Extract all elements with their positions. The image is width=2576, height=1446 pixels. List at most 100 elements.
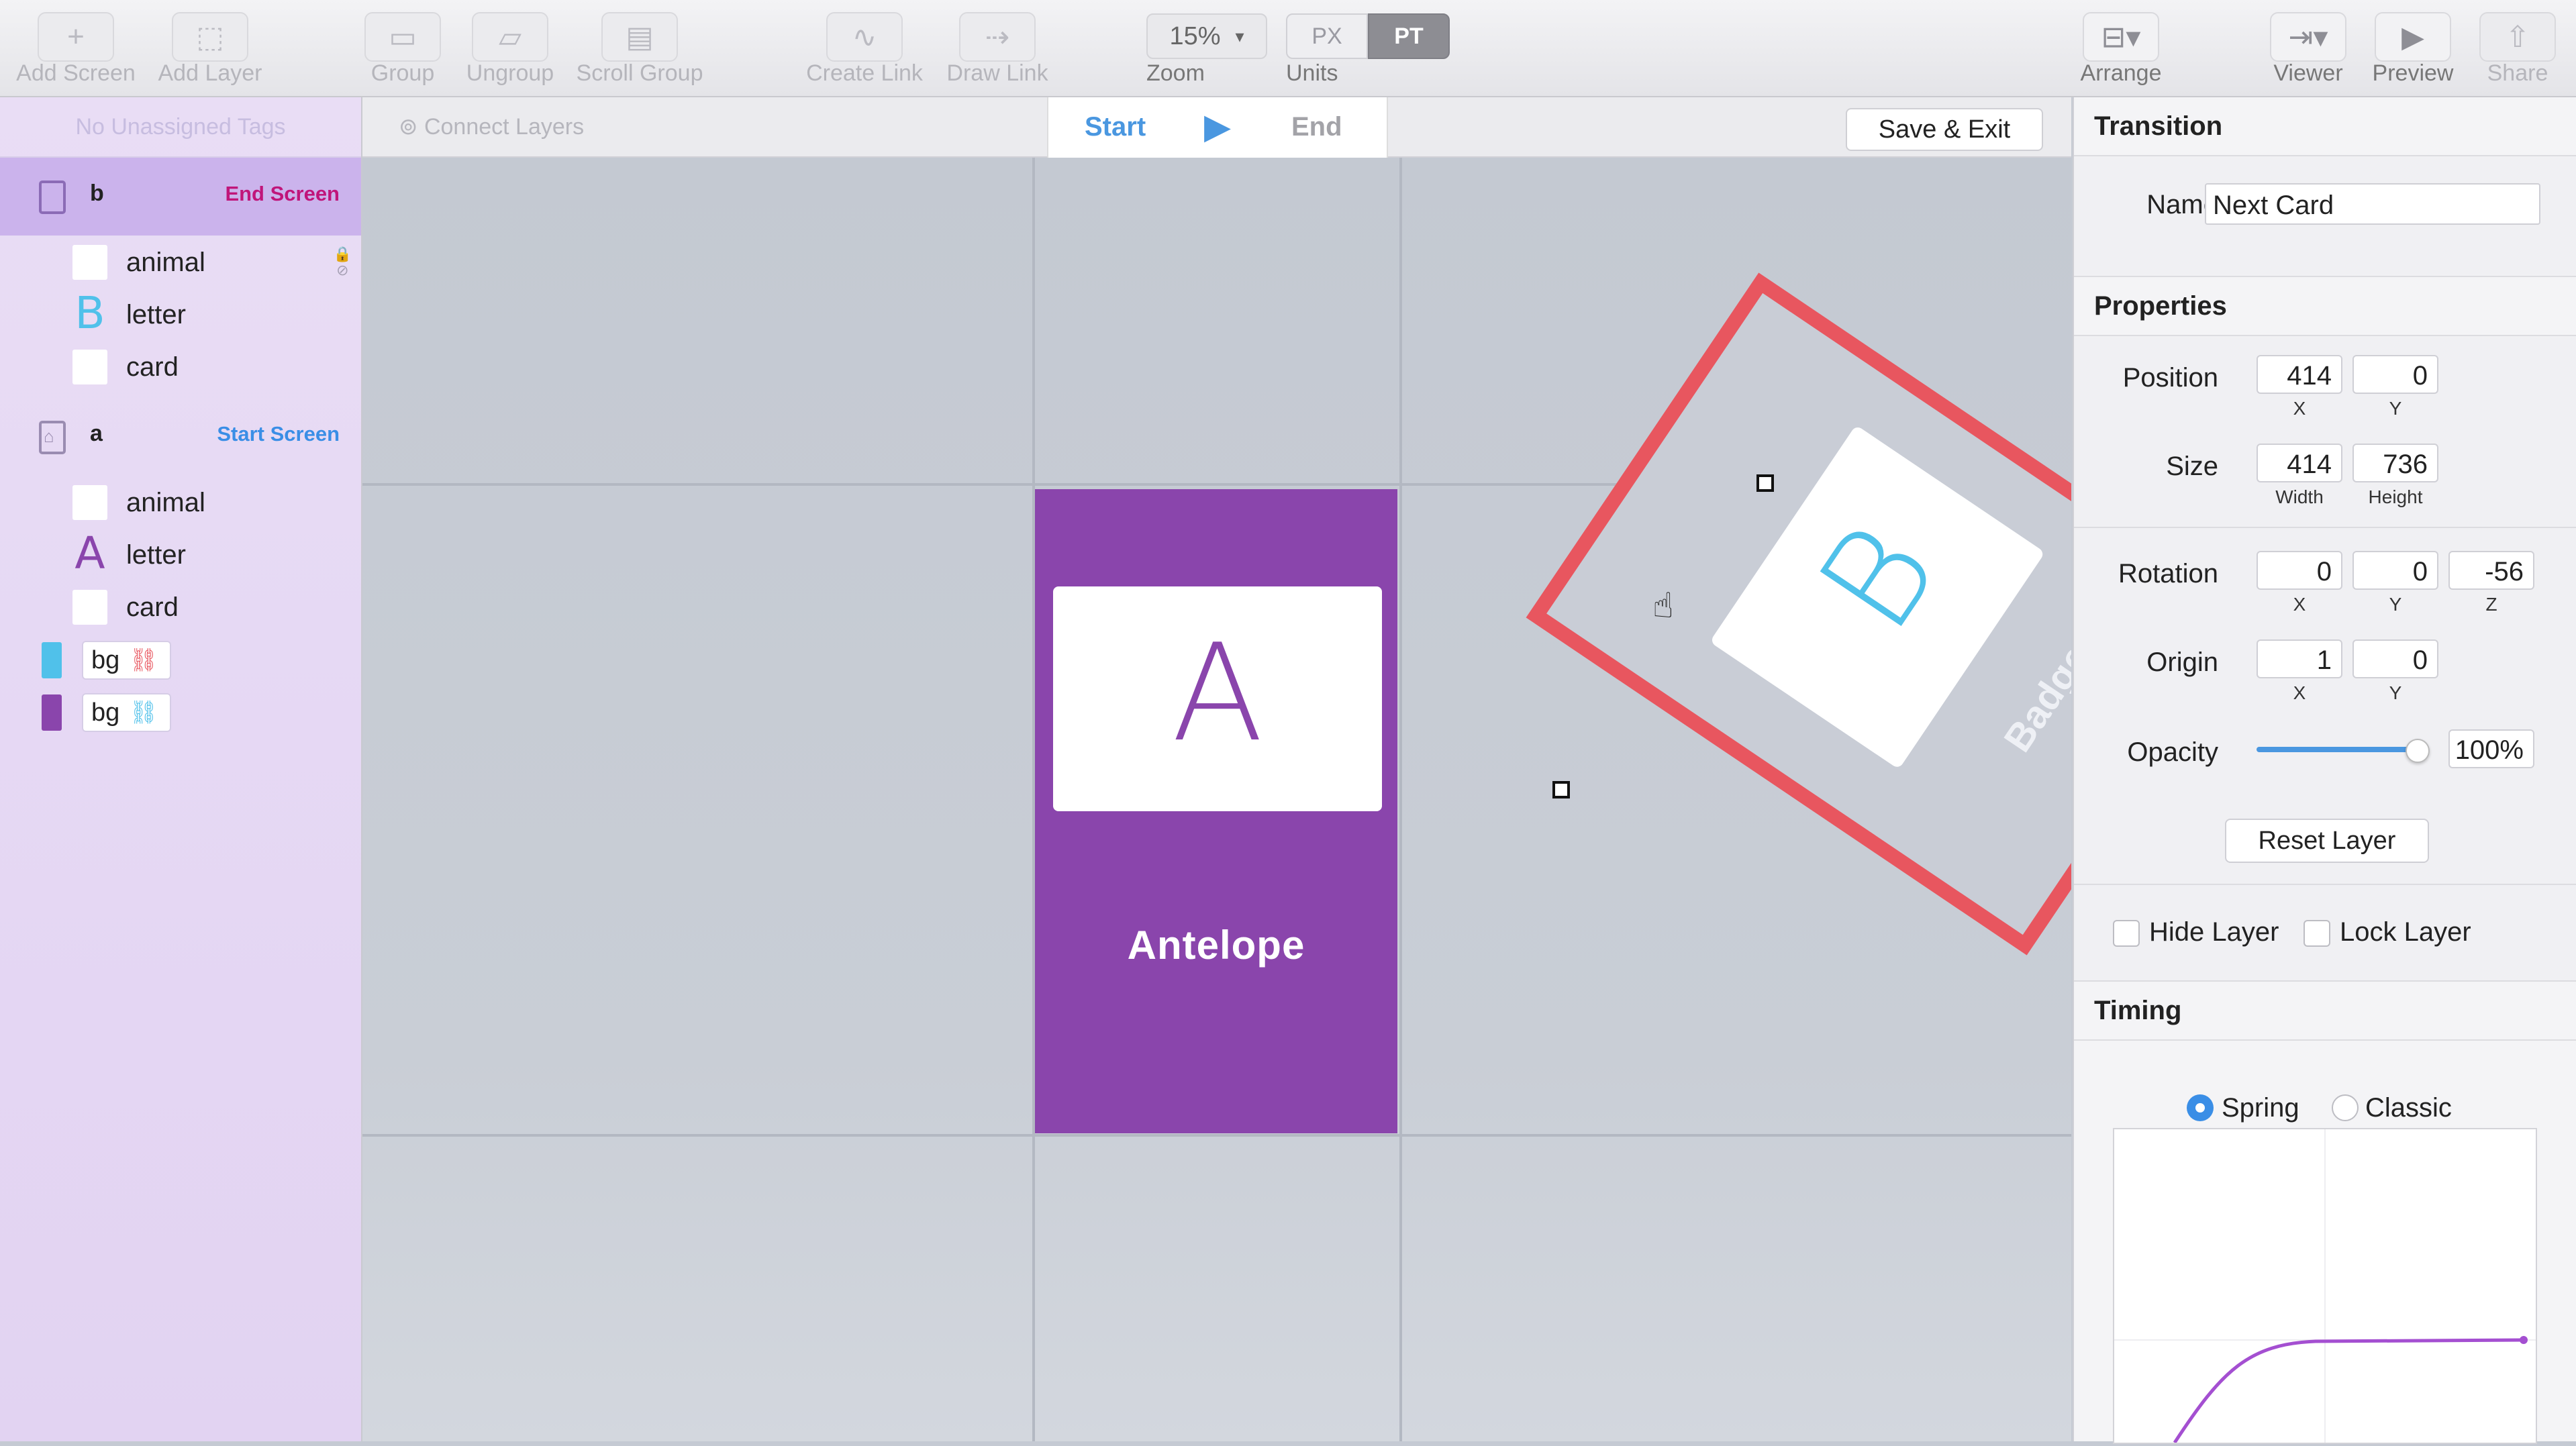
scroll-group-button[interactable]: ▤ Scroll Group xyxy=(571,0,709,96)
layer-row-animal[interactable]: animal 🔒 ⊘ xyxy=(0,236,361,288)
draw-link-icon: ⇢ xyxy=(959,12,1036,62)
bg-row-purple[interactable]: bg ⛓ xyxy=(0,685,361,737)
layer-name: animal xyxy=(126,488,205,517)
lock-layer-checkbox[interactable] xyxy=(2303,920,2330,947)
opacity-label: Opacity xyxy=(2127,737,2218,767)
preview-button[interactable]: ▶ Preview xyxy=(2364,0,2462,96)
resize-handle[interactable] xyxy=(1552,781,1570,798)
layer-thumbnail xyxy=(72,590,107,625)
screen-row-b[interactable]: b End Screen xyxy=(0,158,361,236)
layer-name: letter xyxy=(126,540,186,570)
unit-px-button[interactable]: PX xyxy=(1286,13,1368,59)
bg-chip: bg ⛓ xyxy=(82,693,172,732)
axis-label: Y xyxy=(2389,398,2402,419)
draw-link-button[interactable]: ⇢ Draw Link xyxy=(936,0,1059,96)
size-width-field[interactable]: 414 xyxy=(2257,444,2342,482)
axis-label: Y xyxy=(2389,594,2402,615)
layer-row-card[interactable]: card xyxy=(0,340,361,393)
classic-radio[interactable] xyxy=(2332,1094,2359,1121)
group-button[interactable]: ▭ Group xyxy=(356,0,450,96)
position-y-field[interactable]: 0 xyxy=(2352,355,2438,394)
units-toggle: PX PT xyxy=(1286,13,1450,59)
connect-icon: ⊚ xyxy=(399,114,418,140)
size-label: Size xyxy=(2166,452,2218,481)
save-exit-button[interactable]: Save & Exit xyxy=(1846,108,2043,151)
end-state-button[interactable]: End xyxy=(1291,112,1342,142)
transition-name-field[interactable]: Next Card xyxy=(2205,183,2540,225)
rotation-label: Rotation xyxy=(2118,559,2218,588)
grid-line xyxy=(1399,158,1402,1441)
rotation-z-field[interactable]: -56 xyxy=(2448,551,2534,590)
opacity-slider[interactable] xyxy=(2257,747,2418,752)
spring-curve-icon xyxy=(2114,1129,2536,1444)
resize-handle[interactable] xyxy=(1756,474,1774,492)
units-label: Units xyxy=(1286,60,1338,86)
play-icon: ▶ xyxy=(2375,12,2451,62)
position-x-field[interactable]: 414 xyxy=(2257,355,2342,394)
layer-name: animal xyxy=(126,248,205,277)
letter-a: A xyxy=(1171,615,1264,772)
link-icon[interactable]: ⛓ xyxy=(129,694,158,731)
bg-chip: bg ⛓ xyxy=(82,641,172,680)
animal-label: Antelope xyxy=(1127,923,1305,968)
hide-layer-checkbox[interactable] xyxy=(2113,920,2140,947)
add-layer-button[interactable]: ⬚ Add Layer xyxy=(146,0,274,96)
timing-header-wrap: Timing xyxy=(2074,980,2576,1041)
rotation-y-field[interactable]: 0 xyxy=(2352,551,2438,590)
rotation-x-field[interactable]: 0 xyxy=(2257,551,2342,590)
layer-row-letter[interactable]: B letter xyxy=(0,288,361,340)
unit-pt-button[interactable]: PT xyxy=(1368,13,1450,59)
opacity-slider-knob[interactable] xyxy=(2406,739,2430,763)
share-button[interactable]: ⇧ Share xyxy=(2469,0,2567,96)
transition-bar: ⊚ Connect Layers Start ▶ End Save & Exit xyxy=(362,97,2071,158)
layer-row-letter[interactable]: A letter xyxy=(0,528,361,580)
zoom-label: Zoom xyxy=(1146,60,1205,86)
origin-y-field[interactable]: 0 xyxy=(2352,639,2438,678)
color-swatch xyxy=(42,694,62,731)
connect-layers-button[interactable]: ⊚ Connect Layers xyxy=(399,113,584,140)
bg-row-blue[interactable]: bg ⛓ xyxy=(0,633,361,685)
axis-label: Z xyxy=(2485,594,2497,615)
arrange-icon: ⊟▾ xyxy=(2083,12,2159,62)
design-canvas[interactable]: A Antelope B Badge ☝ xyxy=(362,158,2071,1441)
axis-label: Y xyxy=(2389,682,2402,703)
folder-icon: ▭ xyxy=(364,12,441,62)
zoom-select[interactable]: 15% ▾ xyxy=(1146,13,1267,59)
link-curve-icon: ∿ xyxy=(826,12,903,62)
screen-icon xyxy=(39,180,66,214)
letter-card[interactable]: A xyxy=(1053,586,1382,811)
ungroup-button[interactable]: ▱ Ungroup xyxy=(463,0,557,96)
start-end-toggle: Start ▶ End xyxy=(1047,97,1388,158)
link-icon[interactable]: ⛓ xyxy=(129,642,158,678)
properties-heading: Properties xyxy=(2074,277,2576,336)
add-screen-button[interactable]: + Add Screen xyxy=(12,0,140,96)
layer-row-animal[interactable]: animal xyxy=(0,476,361,528)
lock-icon[interactable]: 🔒 ⊘ xyxy=(334,246,352,278)
viewer-button[interactable]: ⇥▾ Viewer xyxy=(2259,0,2357,96)
origin-x-field[interactable]: 1 xyxy=(2257,639,2342,678)
layer-thumbnail xyxy=(72,485,107,520)
size-height-field[interactable]: 736 xyxy=(2352,444,2438,482)
create-link-button[interactable]: ∿ Create Link xyxy=(803,0,926,96)
screen-row-a[interactable]: a Start Screen xyxy=(0,398,361,476)
screen-a-card[interactable]: A Antelope xyxy=(1035,489,1397,1133)
axis-label: X xyxy=(2293,682,2306,703)
timing-curve-graph[interactable] xyxy=(2113,1128,2537,1444)
tags-row: No Unassigned Tags xyxy=(0,97,361,158)
badge-label: Badge xyxy=(1995,636,2071,760)
layer-row-card[interactable]: card xyxy=(0,580,361,633)
layer-name: card xyxy=(126,592,179,622)
start-state-button[interactable]: Start xyxy=(1085,112,1146,142)
toolbar: + Add Screen ⬚ Add Layer ▭ Group ▱ Ungro… xyxy=(0,0,2576,97)
arrange-button[interactable]: ⊟▾ Arrange xyxy=(2067,0,2175,96)
opacity-field[interactable]: 100% xyxy=(2448,729,2534,768)
plus-icon: + xyxy=(38,12,114,62)
spring-radio[interactable] xyxy=(2187,1094,2214,1121)
lock-layer-label: Lock Layer xyxy=(2340,917,2471,947)
bg-name: bg xyxy=(91,646,120,674)
play-transition-icon[interactable]: ▶ xyxy=(1204,109,1231,144)
screen-b-card-selected[interactable]: B Badge xyxy=(1526,272,2071,956)
reset-layer-button[interactable]: Reset Layer xyxy=(2225,819,2429,863)
hand-cursor-icon: ☝ xyxy=(1652,586,1674,625)
layer-thumbnail xyxy=(72,350,107,384)
